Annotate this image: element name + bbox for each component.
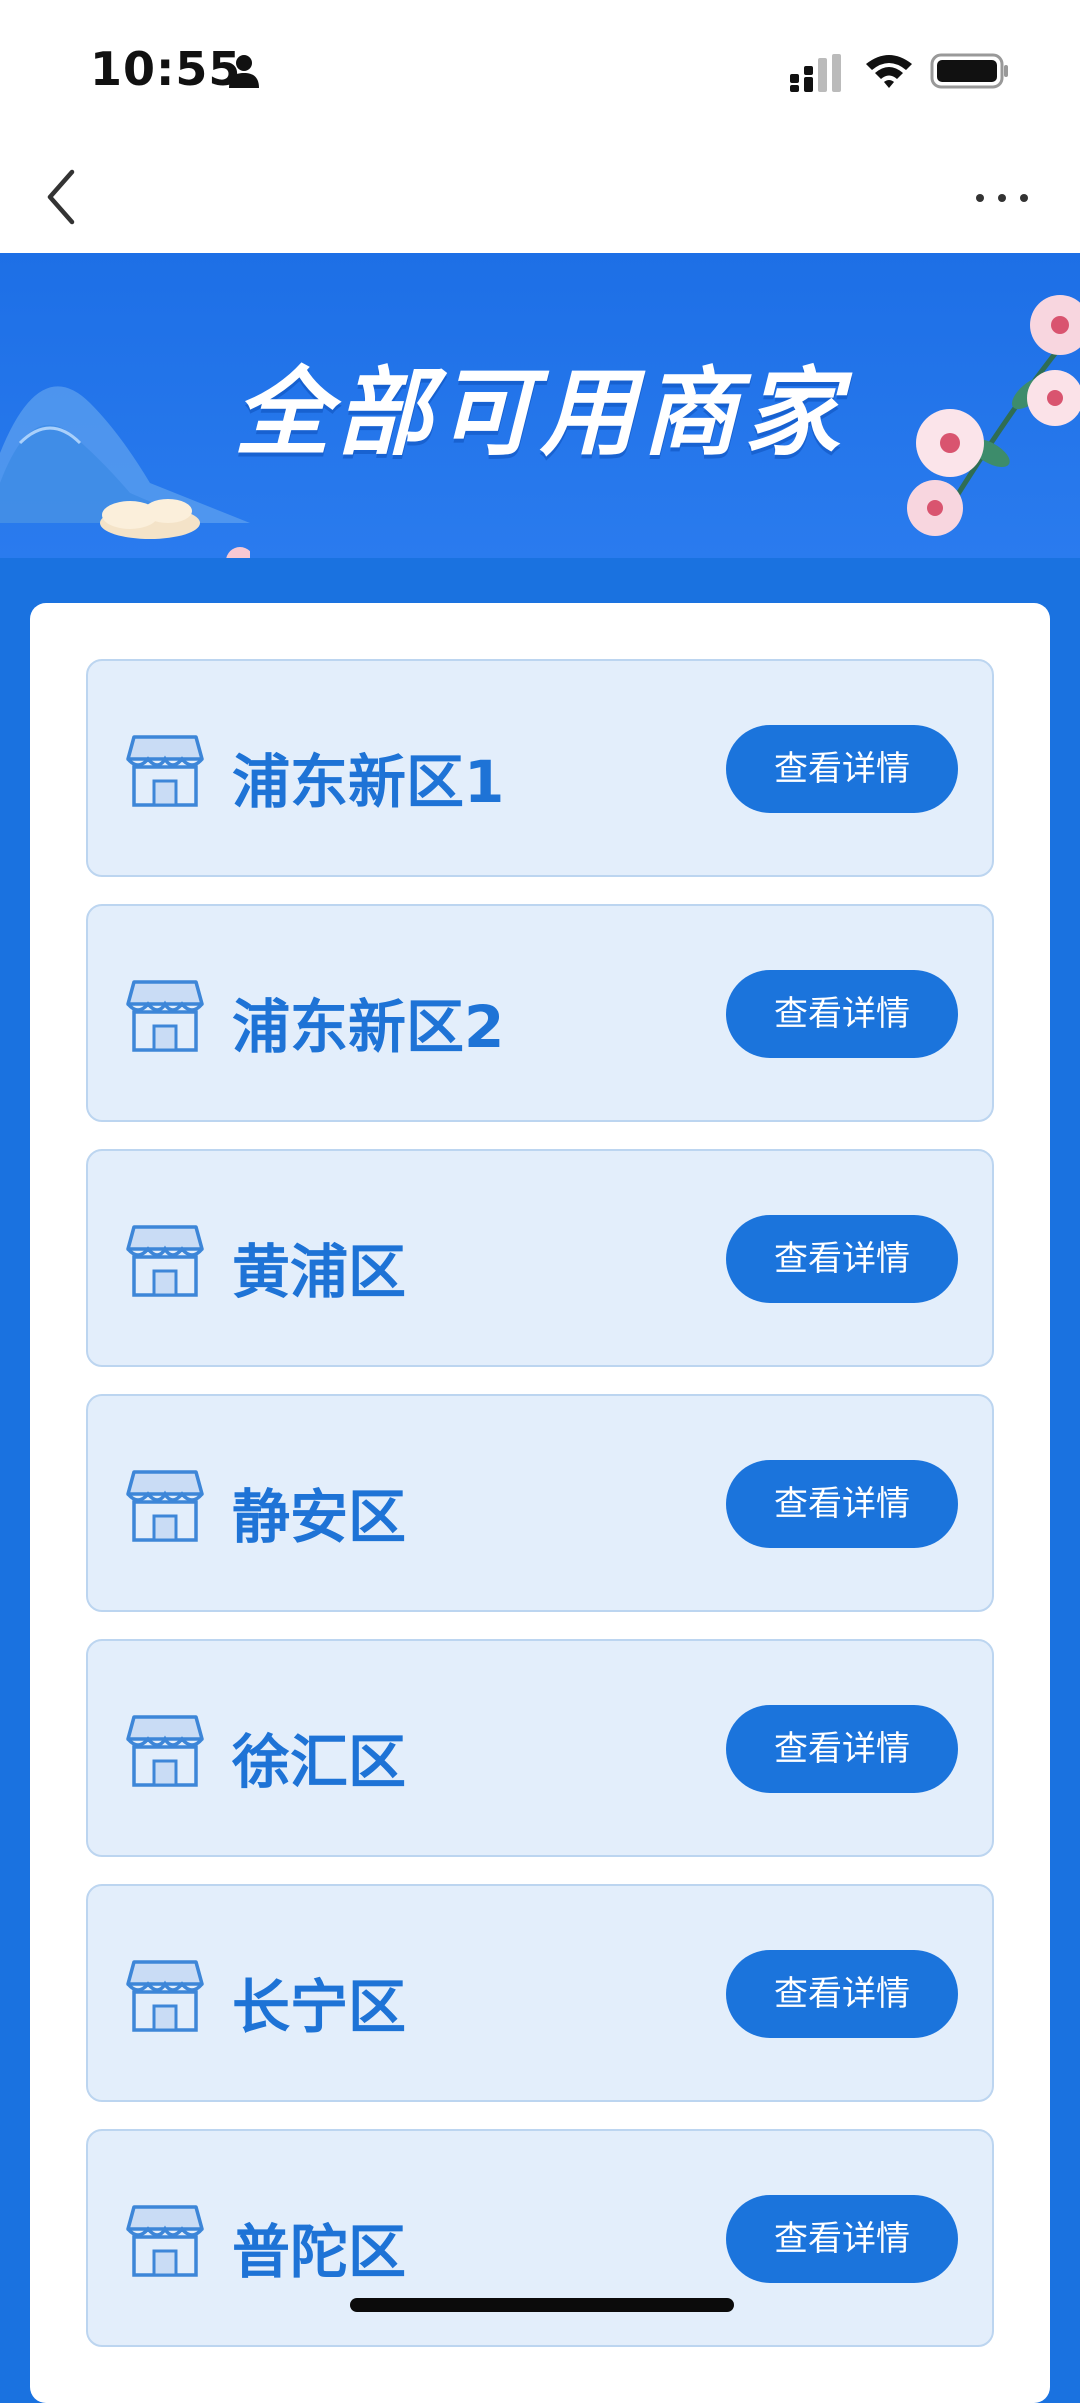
merchant-card: 长宁区 查看详情	[86, 1884, 994, 2102]
merchant-card: 黄浦区 查看详情	[86, 1149, 994, 1367]
merchant-name: 徐汇区	[232, 1728, 407, 1796]
merchant-name: 黄浦区	[232, 1238, 407, 1306]
flower-illustration	[907, 295, 1080, 536]
view-details-button[interactable]: 查看详情	[726, 970, 958, 1058]
merchant-card: 普陀区 查看详情	[86, 2129, 994, 2347]
view-details-button[interactable]: 查看详情	[726, 1215, 958, 1303]
merchant-name: 浦东新区2	[232, 993, 505, 1061]
signal-icon	[790, 54, 841, 92]
merchant-list-panel: 浦东新区1 查看详情 浦东新区2 查看详情 黄浦区 查看详情 静安区 查看详情 …	[30, 603, 1050, 2403]
merchant-card: 徐汇区 查看详情	[86, 1639, 994, 1857]
merchant-name: 浦东新区1	[232, 748, 505, 816]
merchant-name: 静安区	[232, 1483, 407, 1551]
merchant-name: 普陀区	[232, 2218, 407, 2286]
shop-icon	[126, 1960, 204, 2032]
merchant-card: 浦东新区1 查看详情	[86, 659, 994, 877]
view-details-button[interactable]: 查看详情	[726, 725, 958, 813]
merchant-list-section: 浦东新区1 查看详情 浦东新区2 查看详情 黄浦区 查看详情 静安区 查看详情 …	[0, 558, 1080, 2403]
shop-icon	[126, 1470, 204, 1542]
status-bar: 10:55	[0, 0, 1080, 140]
shop-icon	[126, 1225, 204, 1297]
person-icon	[229, 55, 259, 88]
chevron-left-icon[interactable]	[38, 162, 88, 232]
battery-icon	[930, 53, 1008, 89]
shop-icon	[126, 2205, 204, 2277]
shop-icon	[126, 735, 204, 807]
more-horizontal-icon[interactable]	[972, 180, 1032, 216]
nav-bar	[0, 140, 1080, 253]
shop-icon	[126, 1715, 204, 1787]
header-banner: 全部可用商家	[0, 253, 1080, 558]
merchant-card: 静安区 查看详情	[86, 1394, 994, 1612]
view-details-button[interactable]: 查看详情	[726, 2195, 958, 2283]
merchant-card: 浦东新区2 查看详情	[86, 904, 994, 1122]
view-details-button[interactable]: 查看详情	[726, 1705, 958, 1793]
home-indicator	[350, 2298, 734, 2312]
shop-icon	[126, 980, 204, 1052]
merchant-name: 长宁区	[232, 1973, 407, 2041]
view-details-button[interactable]: 查看详情	[726, 1460, 958, 1548]
view-details-button[interactable]: 查看详情	[726, 1950, 958, 2038]
wifi-icon	[866, 55, 912, 88]
status-time: 10:55	[90, 42, 242, 96]
